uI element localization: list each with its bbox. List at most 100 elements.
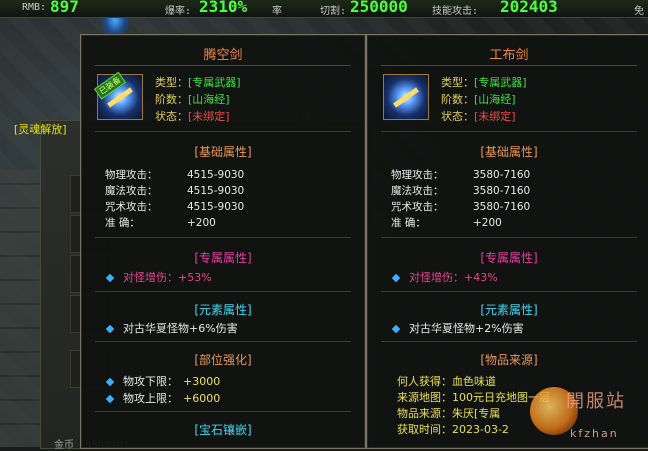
source-name: 获取时间： <box>397 423 452 436</box>
attr-value: 3580-7160 <box>473 201 531 213</box>
element-attr-title: [元素属性] <box>480 303 538 317</box>
attr-value: +200 <box>473 217 502 229</box>
divider <box>95 237 351 238</box>
attr-name: 物理攻击： <box>391 169 444 181</box>
source-row: 何人获得：血色味道 <box>397 373 496 389</box>
rmb-value: 897 <box>50 0 79 16</box>
cut-label: 切割: <box>320 6 347 17</box>
source-name: 何人获得： <box>397 375 452 388</box>
enhance-value: +3000 <box>183 375 221 388</box>
divider <box>381 341 637 342</box>
source-name: 物品来源： <box>397 407 452 420</box>
special-attr-title: [专属属性] <box>480 251 538 265</box>
element-attr-text: 对古华夏怪物+6%伤害 <box>123 322 238 335</box>
gem-title: [宝石镶嵌] <box>194 423 252 437</box>
divider <box>381 237 637 238</box>
corner-label: 免 <box>634 6 644 17</box>
attr-value: 4515-9030 <box>187 201 245 213</box>
element-attr-row: 对古华夏怪物+6%伤害 <box>105 320 238 336</box>
tier-value: [山海经] <box>474 93 516 106</box>
enhance-row: 物攻上限： +6000 <box>105 390 221 406</box>
tier-label: 阶数： <box>441 93 474 106</box>
attr-value: +200 <box>187 217 216 229</box>
attr-name: 咒术攻击： <box>391 201 444 213</box>
attr-name: 魔法攻击： <box>391 185 444 197</box>
type-label: 类型： <box>441 76 474 89</box>
attr-value: 4515-9030 <box>187 185 245 197</box>
state-value: [未绑定] <box>474 110 516 123</box>
watermark-sub: kfzhan <box>570 427 619 440</box>
element-attr-title: [元素属性] <box>194 303 252 317</box>
attr-row: 准 确： +200 <box>391 215 502 230</box>
source-name: 来源地图： <box>397 391 452 404</box>
source-value: 2023-03-2 <box>452 423 509 436</box>
sword-item-icon <box>383 74 429 120</box>
state-row: 状态：[未绑定] <box>441 108 516 124</box>
special-attr-value: +43% <box>464 271 498 284</box>
state-label: 状态： <box>441 110 474 123</box>
attr-value: 3580-7160 <box>473 169 531 181</box>
attr-name: 咒术攻击： <box>105 201 158 213</box>
soul-release-label: [灵魂解放] <box>14 123 67 136</box>
base-attr-title: [基础属性] <box>480 145 538 159</box>
sword-item-icon: 已装备 <box>94 71 143 120</box>
diamond-bullet-icon <box>391 273 401 283</box>
element-attr-row: 对古华夏怪物+2%伤害 <box>391 320 524 336</box>
enhance-name: 物攻下限： <box>123 375 178 388</box>
source-title: [物品来源] <box>480 353 538 367</box>
source-row: 获取时间：2023-03-2 <box>397 421 509 437</box>
item-tooltip-equipped: 腾空剑 已装备 类型：[专属武器] 阶数：[山海经] 状态：[未绑定] [基础属… <box>80 34 366 449</box>
attr-value: 4515-9030 <box>187 169 245 181</box>
source-value: 血色味道 <box>452 375 496 388</box>
sword-blade-icon <box>393 87 419 108</box>
diamond-bullet-icon <box>105 324 115 334</box>
attr-row: 咒术攻击： 3580-7160 <box>391 199 530 214</box>
attr-row: 物理攻击： 3580-7160 <box>391 167 530 182</box>
divider <box>381 131 637 132</box>
divider <box>381 65 637 66</box>
type-row: 类型：[专属武器] <box>155 74 241 90</box>
divider <box>95 411 351 412</box>
enhance-name: 物攻上限： <box>123 392 178 405</box>
tier-row: 阶数：[山海经] <box>155 91 230 107</box>
drop-rate-value: 2310% <box>199 0 248 16</box>
source-row: 物品来源：朱厌[专属 <box>397 405 500 421</box>
divider <box>95 131 351 132</box>
skill-attack-label: 技能攻击: <box>432 6 479 17</box>
source-value: 朱厌[专属 <box>452 407 501 420</box>
state-label: 状态： <box>155 110 188 123</box>
state-value: [未绑定] <box>188 110 230 123</box>
divider <box>95 65 351 66</box>
diamond-bullet-icon <box>105 273 115 283</box>
site-watermark: 開服站 kfzhan <box>530 375 648 447</box>
diamond-bullet-icon <box>105 394 115 404</box>
attr-row: 准 确： +200 <box>105 215 216 230</box>
rmb-label: RMB: <box>22 2 47 13</box>
cut-value: 250000 <box>350 0 408 16</box>
enhance-value: +6000 <box>183 392 221 405</box>
source-row: 来源地图：100元日充地图一层 <box>397 389 550 405</box>
attr-name: 魔法攻击： <box>105 185 158 197</box>
type-row: 类型：[专属武器] <box>441 74 527 90</box>
special-attr-row: 对怪增伤：+43% <box>391 269 498 285</box>
attr-name: 物理攻击： <box>105 169 158 181</box>
item-name: 工布剑 <box>489 48 529 63</box>
watermark-text: 開服站 <box>566 391 626 412</box>
top-stats-bar: RMB: 897 爆率: 2310% 率 切割: 250000 技能攻击: 20… <box>0 0 648 18</box>
item-name: 腾空剑 <box>203 48 243 63</box>
diamond-bullet-icon <box>105 377 115 387</box>
divider <box>95 341 351 342</box>
special-attr-name: 对怪增伤： <box>409 271 464 284</box>
attr-row: 魔法攻击： 3580-7160 <box>391 183 530 198</box>
base-attr-title: [基础属性] <box>194 145 252 159</box>
type-value: [专属武器] <box>474 76 527 89</box>
skill-attack-value: 202403 <box>500 0 558 16</box>
tier-value: [山海经] <box>188 93 230 106</box>
drop-rate-label: 爆率: <box>165 6 192 17</box>
enhance-title: [部位强化] <box>194 353 252 367</box>
state-row: 状态：[未绑定] <box>155 108 230 124</box>
divider <box>95 291 351 292</box>
special-attr-title: [专属属性] <box>194 251 252 265</box>
attr-name: 准 确： <box>105 217 140 229</box>
attr-name: 准 确： <box>391 217 426 229</box>
